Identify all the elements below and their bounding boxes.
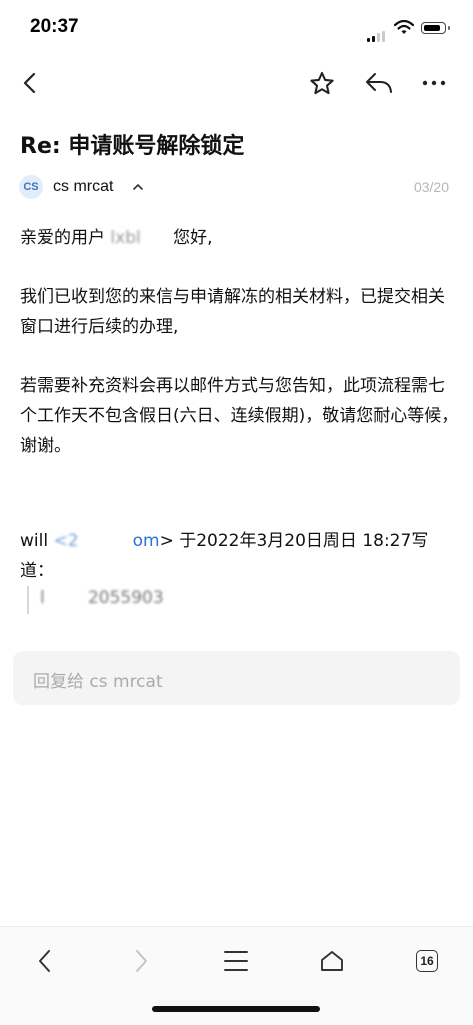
tabs-count-icon: 16 [416,950,438,972]
quoted-tail: 2055903 [87,588,164,608]
browser-back-icon[interactable] [27,944,61,978]
menu-icon[interactable] [219,944,253,978]
home-icon[interactable] [314,944,350,978]
star-icon[interactable] [306,68,338,98]
chevron-up-icon[interactable] [133,180,143,194]
reply-icon[interactable] [362,68,396,98]
home-indicator [152,1006,320,1012]
wifi-icon [393,19,415,39]
tabs-button[interactable]: 16 [410,944,444,978]
quote-header: will <2 om> 于2022年3月20日周日 18:27写道： [20,526,460,586]
quoted-redacted: l [40,588,88,608]
body-paragraph-3: 若需要补充资料会再以邮件方式与您告知，此项流程需七个工作天不包含假日(六日、连续… [20,376,459,456]
redacted-username: lxbl [110,228,168,248]
email-subject: Re: 申请账号解除锁定 [20,134,245,159]
greeting: 亲爱的用户 lxbl 您好, [20,223,460,253]
reply-input[interactable]: 回复给 cs mrcat [13,651,460,705]
back-icon[interactable] [14,68,44,98]
status-time: 20:37 [30,16,79,37]
cellular-signal-icon [367,23,387,42]
greeting-suffix: 您好, [173,228,213,248]
greeting-prefix: 亲爱的用户 [20,228,105,248]
browser-forward-icon[interactable] [125,944,159,978]
quote-sender-email-link[interactable]: <2 om [53,531,159,551]
quote-sender-name: will [20,531,49,551]
redacted-email: <2 [53,531,133,551]
sender-avatar[interactable]: CS [19,175,43,199]
more-icon[interactable] [417,68,451,98]
quoted-text: l 2055903 [40,588,164,608]
email-tail: om [132,531,160,551]
body-paragraph-2: 我们已收到您的来信与申请解冻的相关材料，已提交相关窗口进行后续的办理, [20,287,445,337]
quote-divider [27,586,29,614]
reply-placeholder: 回复给 cs mrcat [33,672,163,692]
email-date: 03/20 [413,179,449,195]
battery-icon [421,22,450,34]
sender-name[interactable]: cs mrcat [53,178,113,196]
